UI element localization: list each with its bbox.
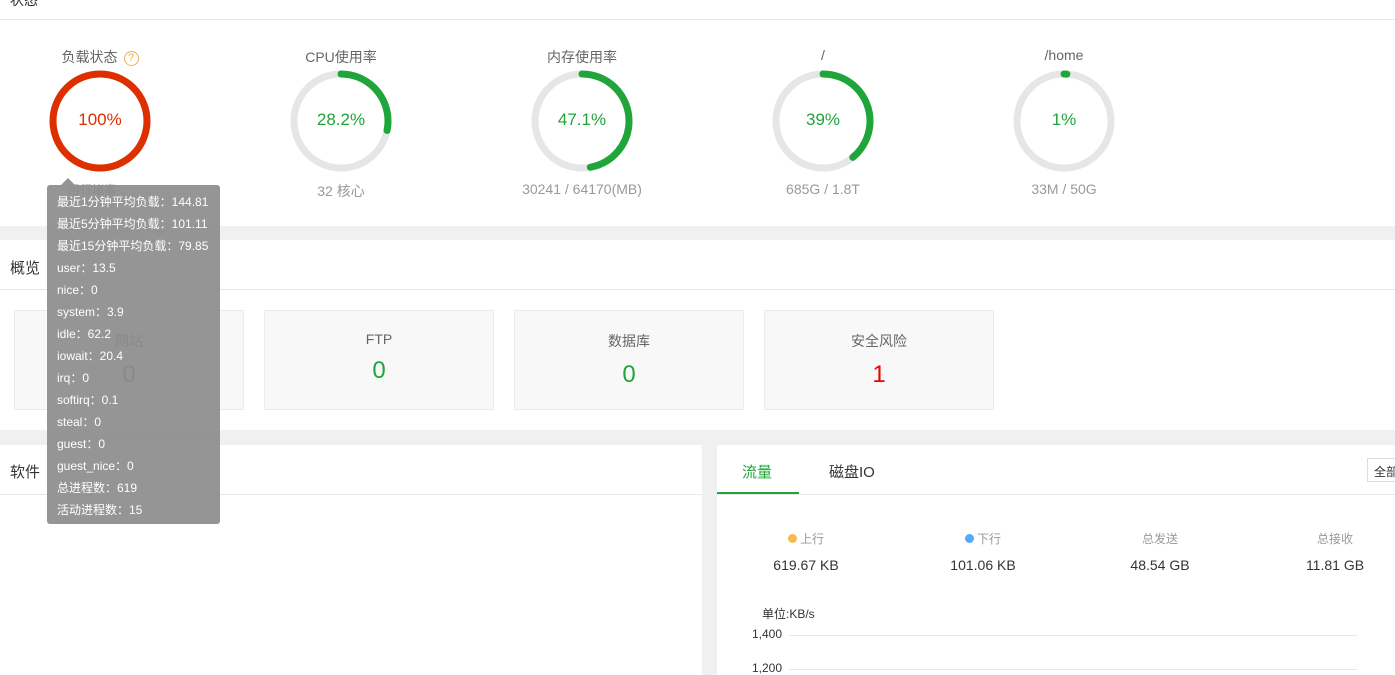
gauge-title: 内存使用率 xyxy=(547,49,617,65)
stat-label: 总发送 xyxy=(1141,532,1178,546)
stat-value: 48.54 GB xyxy=(1130,557,1190,573)
range-select[interactable]: 全部 xyxy=(1367,458,1395,482)
help-icon[interactable]: ? xyxy=(123,51,139,66)
stat-label: 上行 xyxy=(741,530,871,547)
card-database[interactable]: 数据库 0 xyxy=(514,310,744,410)
tooltip-line: 最近15分钟平均负载：79.85 xyxy=(57,239,209,253)
tooltip-line: 最近5分钟平均负载：101.11 xyxy=(57,217,208,231)
software-title: 软件 xyxy=(10,464,41,481)
gauge-sub: 30241 / 64170(MB) xyxy=(522,181,642,197)
tab-disk-io[interactable]: 磁盘IO xyxy=(829,461,875,482)
gauge-title: CPU使用率 xyxy=(305,49,377,65)
traffic-panel: 流量 磁盘IO 全部 上行 619.67 KB 下行 101.06 KB 总发送… xyxy=(717,445,1395,675)
upload-legend-dot xyxy=(787,534,797,543)
card-value[interactable]: 0 xyxy=(515,361,743,389)
tooltip-line: 最近1分钟平均负载：144.81 xyxy=(57,195,209,209)
gauge-disk-home[interactable]: /home 1% 33M / 50G xyxy=(984,40,1144,210)
stat-total-received: 总接收 11.81 GB xyxy=(1270,530,1395,573)
card-ftp[interactable]: FTP 0 xyxy=(264,310,494,410)
tooltip-line: 活动进程数：15 xyxy=(57,503,143,517)
gauge-cpu[interactable]: CPU使用率 28.2% 32 核心 xyxy=(261,40,421,210)
gauge-title: 负载状态? xyxy=(20,47,180,67)
tooltip-line: guest_nice：0 xyxy=(57,459,134,473)
stat-total-sent: 总发送 48.54 GB xyxy=(1095,530,1225,573)
tooltip-line: iowait：20.4 xyxy=(57,349,124,363)
gauge-sub: 32 核心 xyxy=(317,183,365,199)
gauge-value: 100% xyxy=(78,110,122,129)
y-tick-label: 1,400 xyxy=(751,627,782,641)
gauge-sub: 685G / 1.8T xyxy=(786,181,860,197)
status-header: 状态 xyxy=(0,0,1395,20)
card-value[interactable]: 1 xyxy=(765,361,993,389)
gauge-title: / xyxy=(821,47,825,63)
stat-label: 下行 xyxy=(918,530,1048,547)
card-label: 安全风险 xyxy=(851,333,907,349)
tooltip-line: irq：0 xyxy=(57,371,90,385)
download-legend-dot xyxy=(964,534,974,543)
gauge-value: 47.1% xyxy=(557,110,607,129)
tooltip-line: guest：0 xyxy=(57,437,106,451)
stat-value: 11.81 GB xyxy=(1305,557,1365,573)
status-title: 状态 xyxy=(10,0,38,8)
gauge-value: 1% xyxy=(1051,110,1077,129)
gauge-value: 39% xyxy=(805,110,841,129)
tooltip-line: user：13.5 xyxy=(57,261,116,275)
tooltip-arrow xyxy=(61,178,75,185)
tooltip-line: 总进程数：619 xyxy=(57,481,138,495)
tooltip-line: nice：0 xyxy=(57,283,98,297)
tooltip-line: softirq：0.1 xyxy=(57,393,119,407)
chart-unit-label: 单位:KB/s xyxy=(762,607,815,621)
card-security-risk[interactable]: 安全风险 1 xyxy=(764,310,994,410)
tooltip-line: steal：0 xyxy=(57,415,102,429)
stat-label: 总接收 xyxy=(1316,532,1353,546)
card-label: 数据库 xyxy=(608,333,650,349)
y-tick-label: 1,200 xyxy=(751,661,782,675)
card-label: FTP xyxy=(365,331,393,347)
card-value[interactable]: 0 xyxy=(265,357,493,385)
tab-traffic[interactable]: 流量 xyxy=(742,461,772,482)
stat-download: 下行 101.06 KB xyxy=(918,530,1048,573)
stat-value: 619.67 KB xyxy=(773,557,839,573)
gauge-sub: 33M / 50G xyxy=(1031,181,1097,197)
gauge-memory[interactable]: 内存使用率 47.1% 30241 / 64170(MB) xyxy=(502,40,662,210)
stat-upload: 上行 619.67 KB xyxy=(741,530,871,573)
traffic-tabs: 流量 磁盘IO 全部 xyxy=(717,445,1395,495)
tab-active-indicator xyxy=(717,492,799,494)
gauge-value: 28.2% xyxy=(316,110,366,129)
tooltip-line: system：3.9 xyxy=(57,305,124,319)
load-tooltip: 最近1分钟平均负载：144.81 最近5分钟平均负载：101.11 最近15分钟… xyxy=(47,178,220,524)
tooltip-line: idle：62.2 xyxy=(57,327,112,341)
stat-value: 101.06 KB xyxy=(950,557,1016,573)
gauge-disk-root[interactable]: / 39% 685G / 1.8T xyxy=(743,40,903,210)
overview-title: 概览 xyxy=(10,260,41,277)
gauge-title: /home xyxy=(1044,47,1084,63)
gridline xyxy=(789,635,1357,636)
gridline xyxy=(789,669,1357,670)
